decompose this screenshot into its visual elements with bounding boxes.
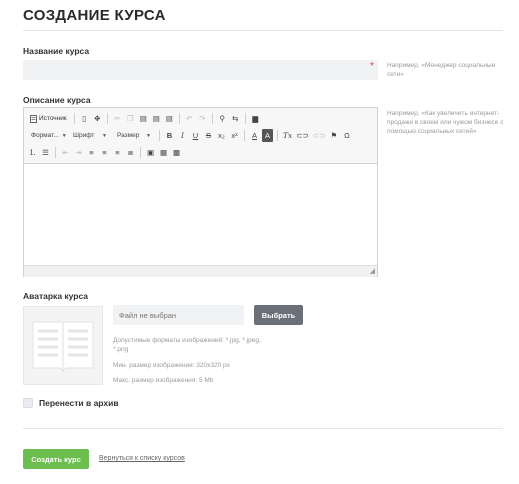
course-name-hint: Например, «Менеджер социальные сети» (387, 62, 496, 78)
choose-file-button[interactable]: Выбрать (254, 305, 303, 325)
page-title: СОЗДАНИЕ КУРСА (23, 7, 166, 24)
create-course-button[interactable]: Создать курс (23, 449, 89, 469)
paste-text-icon[interactable]: ▤ (151, 112, 162, 125)
toolbar-divider (55, 147, 56, 158)
course-description-label: Описание курса (23, 95, 91, 105)
toolbar-divider (159, 130, 160, 141)
outdent-icon[interactable]: ⇤ (60, 146, 71, 159)
new-page-icon[interactable]: ▯ (79, 112, 90, 125)
chevron-down-icon: ▼ (61, 132, 67, 139)
archive-option: Перенести в архив (23, 398, 119, 408)
bold-button[interactable]: B (164, 129, 175, 142)
size-select-label: Размер (117, 132, 140, 139)
size-select[interactable]: Размер ▼ (113, 129, 155, 142)
avatar-label: Аватарка курса (23, 291, 89, 301)
toolbar-divider (73, 113, 75, 124)
omega-button[interactable]: Ω (341, 129, 352, 142)
toolbar-divider (277, 130, 278, 141)
maximize-icon[interactable]: ✥ (92, 112, 103, 125)
align-right-icon[interactable]: ≡ (112, 146, 123, 159)
format-select-label: Формат... (31, 132, 59, 139)
align-left-icon[interactable]: ≡ (86, 146, 97, 159)
editor-content-area[interactable] (24, 164, 377, 265)
italic-button[interactable]: I (177, 129, 188, 142)
redo-icon[interactable]: ↷ (197, 112, 208, 125)
font-select-label: Шрифт (73, 132, 95, 139)
clear-format-button[interactable]: Tx (282, 129, 293, 142)
justify-icon[interactable]: ≣ (125, 146, 136, 159)
toolbar-divider (244, 113, 246, 124)
source-label: Источник (39, 115, 67, 122)
course-description-hint: Например, «Как увеличить интернет-продаж… (387, 110, 504, 135)
source-icon (30, 114, 37, 123)
avatar-min-size-hint: Мин. размер изображения: 320х320 px (113, 362, 230, 369)
course-name-input[interactable] (23, 60, 378, 80)
chevron-down-icon: ▼ (102, 132, 107, 139)
align-center-icon[interactable]: ≡ (99, 146, 110, 159)
toolbar-divider (106, 113, 108, 124)
resize-handle-icon[interactable]: ◢ (370, 268, 375, 276)
copy-icon[interactable]: ❐ (125, 112, 136, 125)
image-icon[interactable]: ▣ (145, 146, 156, 159)
avatar-preview (23, 306, 103, 385)
blocks-icon[interactable]: ▆ (250, 112, 261, 125)
back-to-courses-link[interactable]: Вернуться к списку курсов (99, 455, 185, 462)
title-divider (23, 30, 503, 31)
paste-word-icon[interactable]: ▤ (164, 112, 175, 125)
editor-toolbar: Источник ▯ ✥ ✂ ❐ ▤ ▤ ▤ ↶ ↷ ⚲ ⇆ ▆ Формат.… (24, 108, 377, 164)
anchor-icon[interactable]: ⚑ (328, 129, 339, 142)
required-mark: * (370, 61, 374, 72)
editor-statusbar: ◢ (24, 265, 377, 277)
bg-color-button[interactable]: A (262, 129, 273, 142)
source-button[interactable]: Источник (27, 112, 70, 125)
avatar-max-size-hint: Макс. размер изображения: 5 Mb (113, 377, 214, 384)
toolbar-divider (211, 113, 213, 124)
course-name-label: Название курса (23, 46, 90, 56)
subscript-button[interactable]: x₂ (216, 129, 227, 142)
toolbar-divider (244, 130, 245, 141)
book-placeholder-icon (32, 321, 94, 372)
indent-icon[interactable]: ⇥ (73, 146, 84, 159)
superscript-button[interactable]: x² (229, 129, 240, 142)
undo-icon[interactable]: ↶ (184, 112, 195, 125)
rich-text-editor: Источник ▯ ✥ ✂ ❐ ▤ ▤ ▤ ↶ ↷ ⚲ ⇆ ▆ Формат.… (23, 107, 378, 277)
avatar-formats-hint: Допустимые форматы изображений: *.jpg, *… (113, 337, 261, 353)
find-icon[interactable]: ⚲ (217, 112, 228, 125)
link-icon[interactable]: ⊂⊃ (295, 129, 310, 142)
file-name-input[interactable] (113, 305, 244, 325)
actions-divider (23, 428, 503, 429)
font-select[interactable]: Шрифт ▼ (69, 129, 111, 142)
chevron-down-icon: ▼ (146, 132, 151, 139)
bulleted-list-icon[interactable]: ☰ (40, 146, 51, 159)
underline-button[interactable]: U (190, 129, 201, 142)
paste-icon[interactable]: ▤ (138, 112, 149, 125)
toolbar-divider (140, 147, 141, 158)
archive-checkbox[interactable] (23, 398, 33, 408)
format-select[interactable]: Формат... ▼ (27, 129, 67, 142)
text-color-button[interactable]: A (249, 129, 260, 142)
strike-button[interactable]: S (203, 129, 214, 142)
numbered-list-icon[interactable]: ⒈ (27, 146, 38, 159)
replace-icon[interactable]: ⇆ (230, 112, 241, 125)
archive-label: Перенести в архив (39, 398, 119, 408)
unlink-icon[interactable]: ⊂⊃ (312, 129, 327, 142)
table-icon[interactable]: ▦ (158, 146, 169, 159)
toolbar-divider (178, 113, 180, 124)
cut-icon[interactable]: ✂ (112, 112, 123, 125)
media-icon[interactable]: ▩ (171, 146, 182, 159)
